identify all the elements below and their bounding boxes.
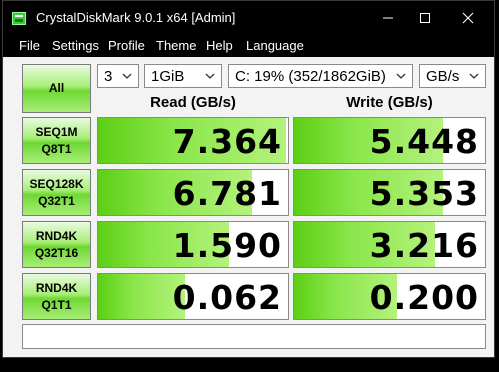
unit-value: GB/s bbox=[426, 68, 460, 85]
drive-value: C: 19% (352/1862GiB) bbox=[235, 68, 386, 85]
menu-help[interactable]: Help bbox=[206, 38, 233, 53]
test-name: RND4K bbox=[35, 280, 78, 295]
read-result-rnd4k-q1t1: 0.062 bbox=[97, 273, 289, 320]
read-value: 1.590 bbox=[172, 226, 282, 265]
test-count-select[interactable]: 3 bbox=[97, 64, 139, 88]
maximize-button[interactable] bbox=[410, 8, 440, 28]
test-name: RND4K bbox=[35, 228, 78, 243]
chevron-down-icon bbox=[205, 73, 215, 79]
write-result-seq1m-q8t1: 5.448 bbox=[293, 117, 486, 164]
menu-profile[interactable]: Profile bbox=[108, 38, 145, 53]
read-value: 0.062 bbox=[172, 278, 282, 317]
write-result-rnd4k-q1t1: 0.200 bbox=[293, 273, 486, 320]
read-value: 6.781 bbox=[172, 174, 282, 213]
test-params: Q32T16 bbox=[34, 245, 79, 260]
chevron-down-icon bbox=[469, 73, 479, 79]
test-count-value: 3 bbox=[104, 68, 113, 85]
write-result-seq128k-q32t1: 5.353 bbox=[293, 169, 486, 216]
menu-language[interactable]: Language bbox=[246, 38, 304, 53]
main-panel: All 3 1GiB C: 19% (352/1862GiB) GB/s Rea… bbox=[3, 57, 494, 357]
write-value: 5.353 bbox=[369, 174, 479, 213]
test-name: SEQ1M bbox=[35, 124, 78, 139]
unit-select[interactable]: GB/s bbox=[419, 64, 486, 88]
chevron-down-icon bbox=[396, 73, 406, 79]
chevron-down-icon bbox=[122, 73, 132, 79]
window-title: CrystalDiskMark 9.0.1 x64 [Admin] bbox=[36, 10, 236, 25]
menu-settings[interactable]: Settings bbox=[52, 38, 99, 53]
close-button[interactable] bbox=[453, 8, 483, 28]
minimize-button[interactable] bbox=[373, 8, 403, 28]
read-result-seq128k-q32t1: 6.781 bbox=[97, 169, 289, 216]
write-value: 5.448 bbox=[369, 122, 479, 161]
drive-select[interactable]: C: 19% (352/1862GiB) bbox=[228, 64, 413, 88]
test-params: Q32T1 bbox=[38, 193, 75, 208]
all-button[interactable]: All bbox=[22, 64, 91, 113]
read-result-rnd4k-q32t16: 1.590 bbox=[97, 221, 289, 268]
comment-field[interactable] bbox=[22, 324, 486, 349]
maximize-icon bbox=[420, 13, 430, 23]
test-button-seq1m-q8t1[interactable]: SEQ1M Q8T1 bbox=[22, 117, 91, 164]
disk-icon bbox=[12, 12, 26, 25]
title-bar: CrystalDiskMark 9.0.1 x64 [Admin] bbox=[3, 1, 494, 35]
test-size-select[interactable]: 1GiB bbox=[144, 64, 222, 88]
close-icon bbox=[462, 12, 474, 24]
menu-theme[interactable]: Theme bbox=[156, 38, 196, 53]
test-size-value: 1GiB bbox=[151, 68, 185, 85]
menu-bar: File Settings Profile Theme Help Languag… bbox=[3, 35, 494, 57]
test-button-rnd4k-q32t16[interactable]: RND4K Q32T16 bbox=[22, 221, 91, 268]
test-button-rnd4k-q1t1[interactable]: RND4K Q1T1 bbox=[22, 273, 91, 320]
write-value: 3.216 bbox=[369, 226, 479, 265]
write-value: 0.200 bbox=[369, 278, 479, 317]
test-params: Q1T1 bbox=[41, 297, 72, 312]
test-name: SEQ128K bbox=[29, 176, 84, 191]
test-button-seq128k-q32t1[interactable]: SEQ128K Q32T1 bbox=[22, 169, 91, 216]
minimize-icon bbox=[383, 17, 393, 19]
write-header: Write (GB/s) bbox=[346, 94, 433, 111]
app-window: CrystalDiskMark 9.0.1 x64 [Admin] File S… bbox=[2, 0, 495, 358]
write-result-rnd4k-q32t16: 3.216 bbox=[293, 221, 486, 268]
read-value: 7.364 bbox=[172, 122, 282, 161]
read-header: Read (GB/s) bbox=[150, 94, 236, 111]
menu-file[interactable]: File bbox=[19, 38, 40, 53]
read-result-seq1m-q8t1: 7.364 bbox=[97, 117, 289, 164]
test-params: Q8T1 bbox=[41, 141, 72, 156]
